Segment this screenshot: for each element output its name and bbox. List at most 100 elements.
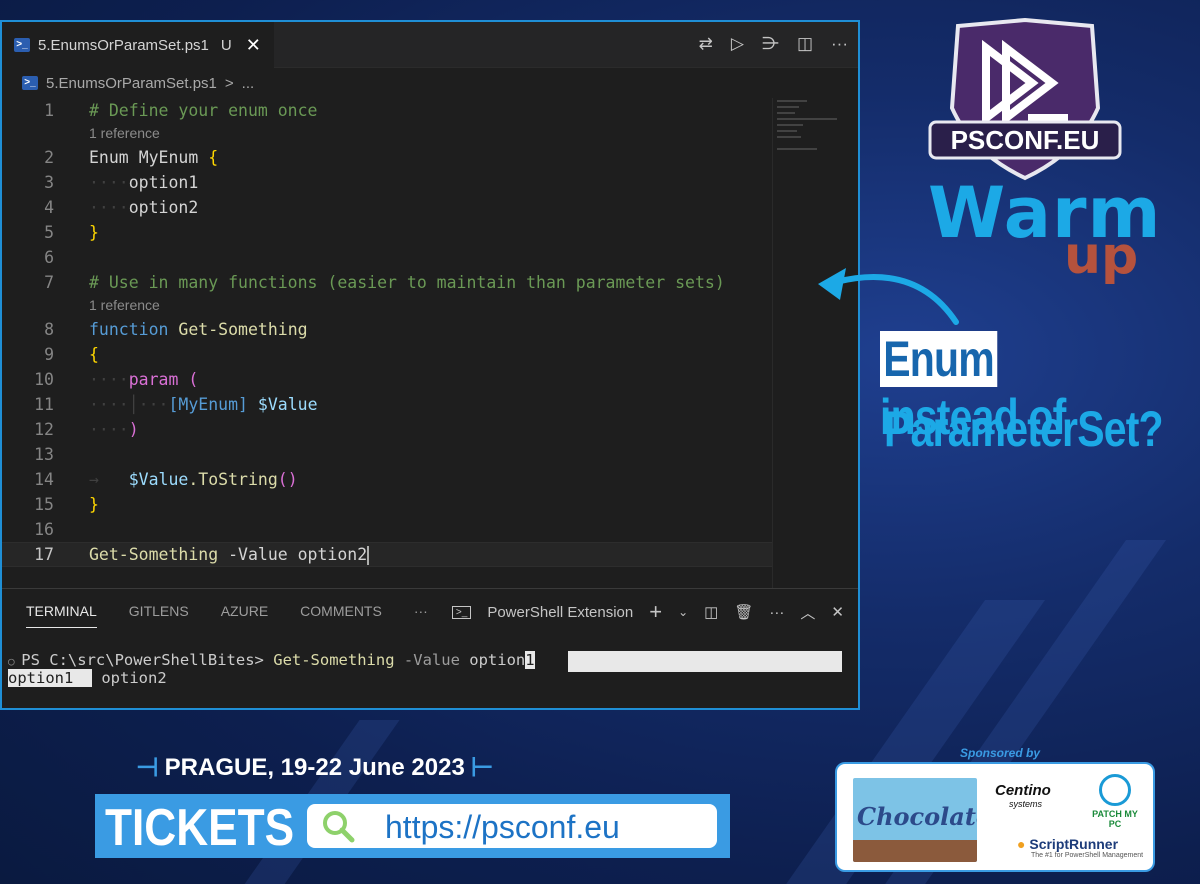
code-keyword: function — [89, 320, 169, 339]
breadcrumb: >_ 5.EnumsOrParamSet.ps1 > ... — [2, 70, 858, 96]
code-line: 15} — [2, 492, 772, 517]
line-number: 17 — [34, 545, 54, 564]
tickets-label: TICKETS — [105, 799, 295, 857]
breadcrumb-file[interactable]: 5.EnumsOrParamSet.ps1 — [46, 75, 217, 92]
chevron-down-icon[interactable]: ⌄ — [678, 605, 688, 619]
url-box[interactable]: https://psconf.eu — [307, 804, 717, 848]
bracket-icon: ⊢ — [470, 752, 494, 782]
close-panel-icon[interactable]: ✕ — [831, 603, 844, 621]
tab-modified-status: U — [220, 36, 232, 54]
code-command: Get-Something — [89, 544, 219, 564]
code-line: 9{ — [2, 342, 772, 367]
code-line: 2 Enum MyEnum { — [2, 145, 772, 170]
code-line: 7 # Use in many functions (easier to main… — [2, 270, 772, 295]
powershell-icon: >_ — [14, 38, 30, 52]
tickets-url[interactable]: https://psconf.eu — [385, 809, 620, 846]
line-number: 8 — [44, 320, 54, 339]
code-line: 4 ····option2 — [2, 195, 772, 220]
editor-toolbar: ⇄ ▷ ⋺ ◫ ··· — [699, 34, 848, 54]
line-number: 13 — [34, 445, 54, 464]
line-number: 12 — [34, 420, 54, 439]
code-method: .ToString — [188, 470, 278, 489]
text-cursor — [367, 545, 370, 565]
line-number: 7 — [44, 273, 54, 292]
line-number: 5 — [44, 223, 54, 242]
reference-lens[interactable]: 1 reference — [89, 125, 160, 141]
search-icon — [323, 811, 355, 843]
code-area[interactable]: 1 # Define your enum once 1 reference 2 En… — [2, 98, 772, 588]
logo-text: PSCONF.EU — [951, 125, 1100, 155]
code-enum-member: option1 — [128, 173, 199, 192]
code-line: 16 — [2, 517, 772, 542]
tab-gitlens[interactable]: GITLENS — [129, 603, 189, 619]
compare-changes-icon[interactable]: ⇄ — [699, 34, 713, 54]
editor-tab[interactable]: >_ 5.EnumsOrParamSet.ps1 U ✕ — [2, 22, 274, 68]
breadcrumb-more[interactable]: ... — [242, 75, 255, 92]
code-enum-member: option2 — [128, 198, 199, 217]
new-terminal-icon[interactable]: + — [649, 599, 662, 625]
more-icon[interactable]: ··· — [769, 604, 784, 621]
breadcrumb-separator: > — [224, 74, 234, 92]
terminal-typed-selected: 1 — [525, 651, 535, 669]
inline-suggestion-highlight — [568, 651, 842, 672]
line-number: 6 — [44, 248, 54, 267]
line-number: 14 — [34, 470, 54, 489]
code-line: 13 — [2, 442, 772, 467]
code-lens: 1 reference — [2, 122, 772, 144]
code-variable: $Value — [128, 470, 189, 489]
centino-logo: Centino systems — [995, 782, 1051, 809]
code-line: 6 — [2, 245, 772, 270]
line-number: 1 — [44, 101, 54, 120]
code-line: 11 ····│···[MyEnum] $Value — [2, 392, 772, 417]
scriptrunner-logo: ● ScriptRunner The #1 for PowerShell Mana… — [1017, 836, 1144, 859]
code-lens: 1 reference — [2, 294, 772, 316]
more-tabs-icon[interactable]: ··· — [414, 603, 428, 619]
split-editor-icon[interactable]: ◫ — [797, 34, 813, 54]
terminal-command: Get-Something — [273, 651, 395, 669]
terminal-output[interactable]: ○ PS C:\src\PowerShellBites> Get-Somethi… — [8, 651, 535, 687]
code-line: 3 ····option1 — [2, 170, 772, 195]
bracket-icon: ⊣ — [136, 752, 159, 782]
reference-lens[interactable]: 1 reference — [89, 297, 160, 313]
patch-my-pc-logo: PATCH MY PC — [1085, 774, 1145, 829]
run-icon[interactable]: ▷ — [731, 34, 744, 54]
code-brace: { — [208, 148, 219, 167]
tab-terminal[interactable]: TERMINAL — [26, 603, 97, 628]
completion-option-selected[interactable]: option1 — [8, 669, 92, 687]
arrow-icon — [818, 268, 959, 325]
tickets-banner: TICKETS https://psconf.eu — [95, 794, 730, 858]
code-line: 8 function Get-Something — [2, 317, 772, 342]
run-selection-icon[interactable]: ⋺ — [762, 34, 779, 54]
code-line: 5} — [2, 220, 772, 245]
trash-icon[interactable]: 🗑 — [734, 603, 753, 621]
line-number: 16 — [34, 520, 54, 539]
maximize-panel-icon[interactable]: ︿ — [800, 602, 815, 623]
tab-azure[interactable]: AZURE — [221, 603, 268, 619]
code-comment: # Use in many functions (easier to maint… — [89, 273, 725, 292]
code-line: 14 → $Value.ToString() — [2, 467, 772, 492]
terminal-icon: >_ — [451, 605, 472, 619]
code-keyword: param — [128, 370, 179, 389]
line-number: 11 — [34, 395, 54, 414]
code-paren: () — [277, 470, 298, 489]
code-keyword: Enum — [89, 148, 129, 167]
event-date: ⊣ PRAGUE, 19-22 June 2023 ⊢ — [136, 752, 493, 783]
more-icon[interactable]: ··· — [831, 34, 848, 54]
code-paren: ) — [128, 420, 139, 439]
event-text: PRAGUE, 19-22 June 2023 — [164, 753, 465, 781]
tab-filename: 5.EnumsOrParamSet.ps1 — [38, 36, 209, 54]
sponsored-by-label: Sponsored by — [960, 746, 1041, 760]
code-function-name: Get-Something — [178, 320, 308, 339]
code-comment: # Define your enum once — [89, 101, 318, 120]
code-enum-name: MyEnum — [138, 148, 199, 167]
completion-option[interactable]: option2 — [101, 669, 166, 687]
code-brace: { — [89, 345, 99, 364]
question-line-2: ParameterSet? — [884, 401, 1164, 457]
split-terminal-icon[interactable]: ◫ — [704, 603, 718, 621]
close-icon[interactable]: ✕ — [246, 35, 261, 56]
terminal-shell-label[interactable]: PowerShell Extension — [487, 604, 633, 621]
minimap[interactable] — [772, 98, 858, 588]
terminal-param: -Value — [403, 651, 460, 669]
enum-highlight: Enum — [880, 331, 998, 387]
tab-comments[interactable]: COMMENTS — [300, 603, 382, 619]
